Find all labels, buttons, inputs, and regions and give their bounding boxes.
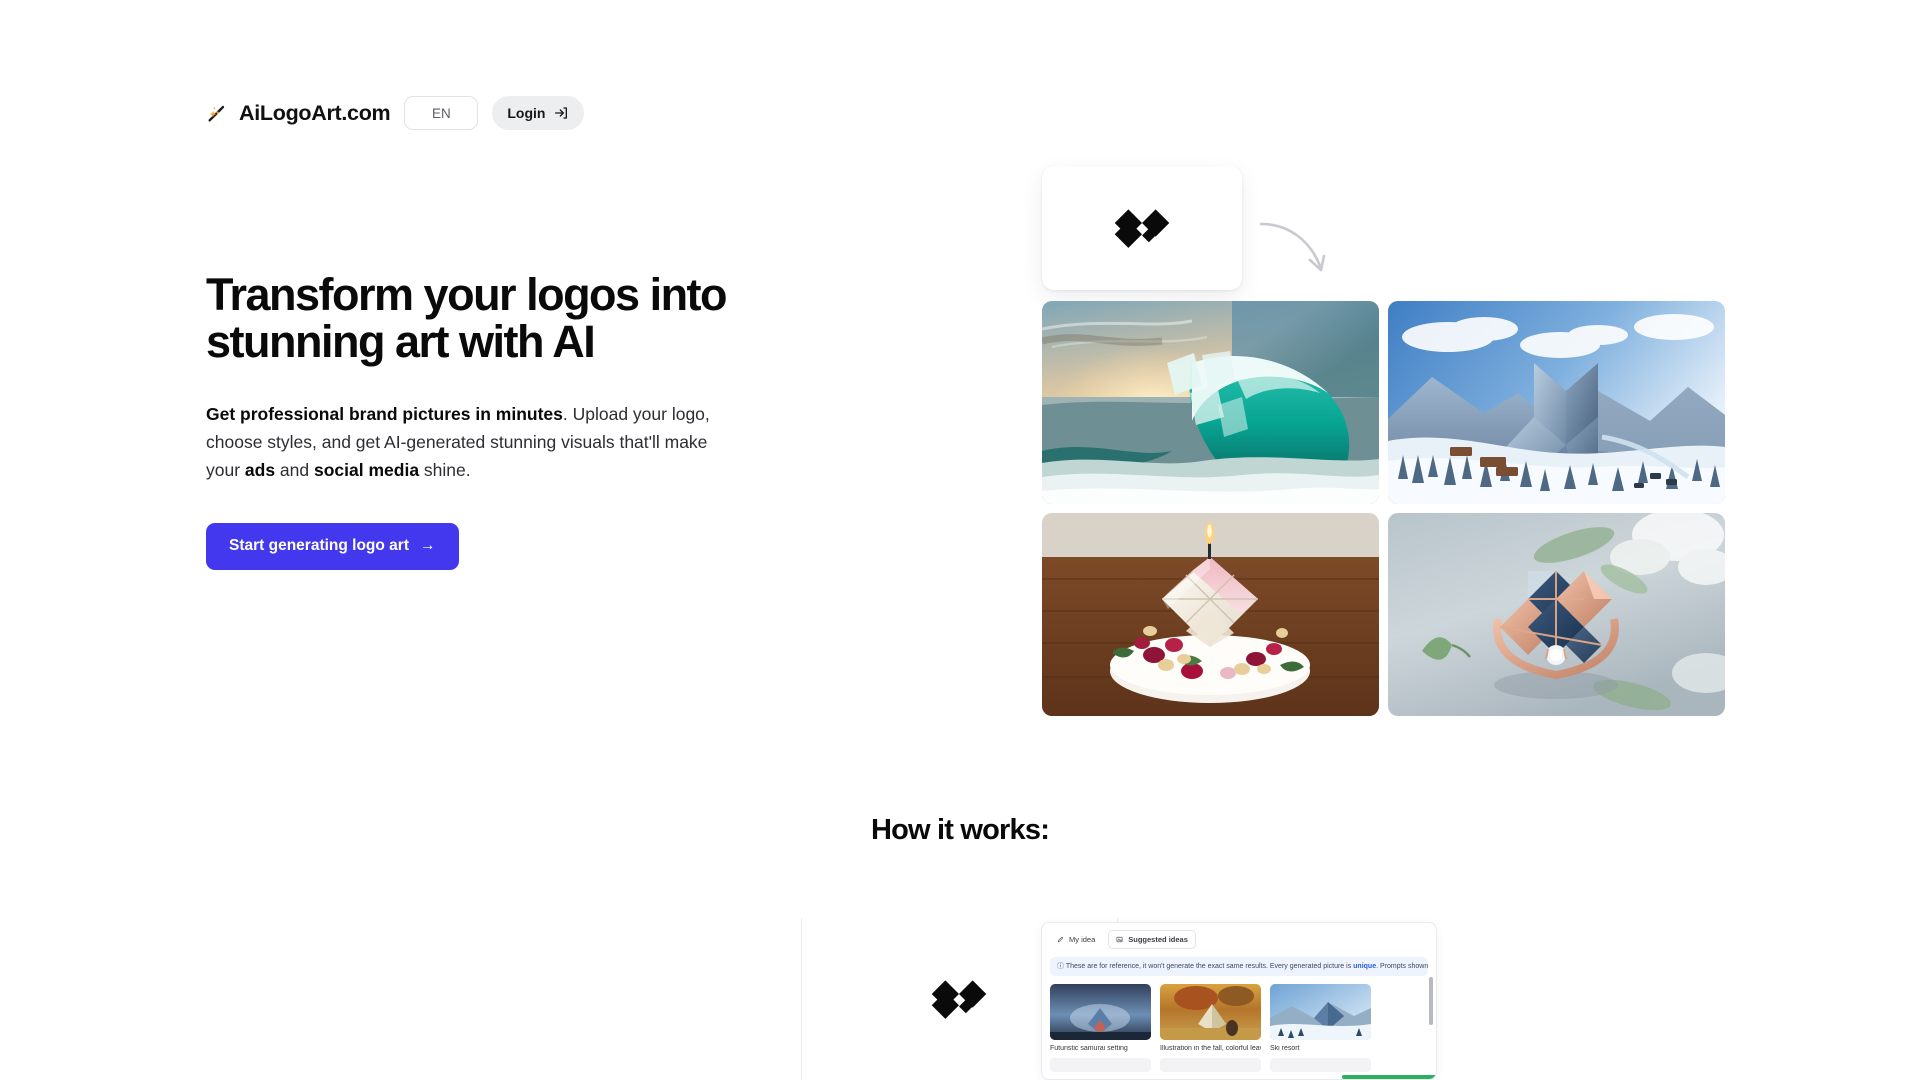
curved-arrow-icon <box>1259 222 1326 272</box>
hero-title-line-2: stunning art with AI <box>206 315 596 367</box>
tab-my-idea[interactable]: My idea <box>1050 930 1102 949</box>
idea-caption: Ski resort <box>1270 1045 1300 1053</box>
diamond-logo-icon <box>932 980 987 1019</box>
hero-sub-bold-1: Get professional brand pictures in minut… <box>206 403 563 424</box>
sign-in-icon <box>555 107 568 119</box>
how-it-works-title: How it works: <box>870 814 1050 846</box>
diamond-logo-icon <box>1114 209 1170 248</box>
login-button[interactable]: Login <box>492 96 585 130</box>
magic-wand-icon <box>208 105 225 122</box>
idea-item[interactable]: Futuristic samurai setting <box>1050 984 1151 1052</box>
language-select[interactable]: EN <box>404 96 479 130</box>
idea-row-placeholders <box>1042 1052 1436 1073</box>
app-preview-panel: My idea Suggested ideas ⓘ These are for … <box>1041 922 1437 1080</box>
info-icon: ⓘ <box>1057 963 1064 970</box>
progress-bar <box>1342 1075 1436 1079</box>
cta-label: Start generating logo art <box>229 537 409 555</box>
hero-title-line-1: Transform your logos into <box>206 269 728 320</box>
landing-page: AiLogoArt.com EN Login Transform your lo… <box>0 0 1920 1080</box>
showcase-tile-snowy-ski-resort[interactable] <box>1388 301 1725 504</box>
step-column-blank-left <box>487 918 801 1080</box>
brand-logo[interactable]: AiLogoArt.com <box>206 100 391 126</box>
hero-sub-text-2: and <box>275 460 314 481</box>
showcase-tile-ocean-wave-sunset[interactable] <box>1042 301 1379 504</box>
panel-scrollbar[interactable] <box>1429 977 1433 1025</box>
arrow-right-icon: → <box>420 537 436 555</box>
showcase-tile-candle-cake-flowers[interactable] <box>1042 513 1379 716</box>
pencil-icon <box>1057 936 1064 943</box>
showcase-tile-rose-gold-gem-ring[interactable] <box>1388 513 1725 716</box>
hero-sub-bold-2: ads <box>244 460 276 481</box>
idea-caption: Illustration in the fall, colorful leave… <box>1160 1045 1261 1053</box>
brand-name: AiLogoArt.com <box>239 100 391 125</box>
hero-sub-text-3: shine. <box>419 460 471 481</box>
tab-suggested-ideas-label: Suggested ideas <box>1128 935 1188 944</box>
idea-thumbnail-grid: Futuristic samurai setting Illustration … <box>1042 976 1436 1052</box>
idea-caption: Futuristic samurai setting <box>1050 1045 1128 1053</box>
idea-thumbnail <box>1270 984 1371 1041</box>
tab-suggested-ideas[interactable]: Suggested ideas <box>1108 930 1196 949</box>
page-title: Transform your logos into stunning art w… <box>206 269 766 367</box>
info-banner-text-1: These are for reference, it won't genera… <box>1065 963 1354 970</box>
image-icon <box>1116 936 1123 943</box>
hero-subtitle: Get professional brand pictures in minut… <box>206 400 718 485</box>
idea-item[interactable]: Illustration in the fall, colorful leave… <box>1160 984 1261 1052</box>
idea-placeholder <box>1270 1058 1371 1073</box>
app-preview-tabs: My idea Suggested ideas <box>1042 923 1436 955</box>
idea-thumbnail <box>1160 984 1261 1041</box>
info-banner: ⓘ These are for reference, it won't gene… <box>1050 957 1428 977</box>
tab-my-idea-label: My idea <box>1069 935 1096 944</box>
idea-item[interactable]: Ski resort <box>1270 984 1371 1052</box>
start-generating-button[interactable]: Start generating logo art → <box>206 522 459 570</box>
hero-sub-bold-3: social media <box>314 460 420 481</box>
hero-section: Transform your logos into stunning art w… <box>206 269 766 570</box>
showcase-grid <box>1042 301 1725 716</box>
source-logo-card <box>1042 166 1242 290</box>
language-value: EN <box>431 105 451 121</box>
login-label: Login <box>507 105 546 121</box>
idea-placeholder <box>1160 1058 1261 1073</box>
idea-placeholder <box>1050 1058 1151 1073</box>
idea-thumbnail <box>1050 984 1151 1041</box>
info-banner-text-2: . Prompts shown were summarized <box>1376 963 1428 970</box>
info-banner-bold: unique <box>1353 963 1377 970</box>
site-header: AiLogoArt.com EN Login <box>206 96 585 130</box>
